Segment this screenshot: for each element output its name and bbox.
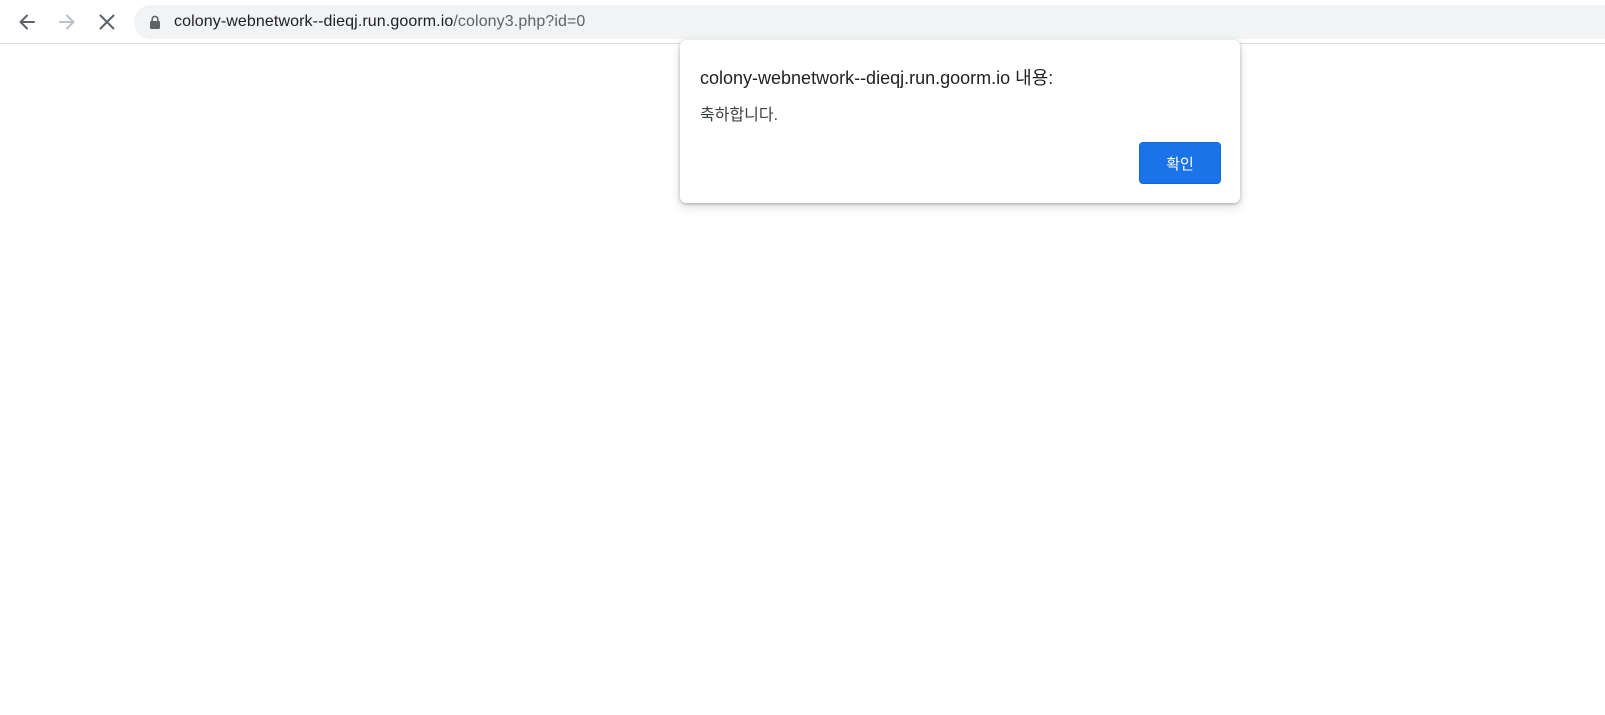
url-host: colony-webnetwork--dieqj.run.goorm.io [174,13,454,30]
arrow-right-icon [59,14,75,30]
dialog-message: 축하합니다. [700,107,779,124]
dialog-title: colony-webnetwork--dieqj.run.goorm.io 내용… [700,68,1054,88]
url-path: /colony3.php?id=0 [453,13,586,30]
stop-loading-button[interactable] [91,6,123,38]
alert-dialog: colony-webnetwork--dieqj.run.goorm.io 내용… [680,40,1240,203]
ok-button[interactable]: 확인 [1139,142,1221,184]
address-bar[interactable]: colony-webnetwork--dieqj.run.goorm.io/co… [134,5,1605,39]
forward-button[interactable] [51,6,83,38]
back-button[interactable] [11,6,43,38]
lock-icon[interactable] [148,14,162,30]
arrow-left-icon [19,14,35,30]
browser-toolbar: colony-webnetwork--dieqj.run.goorm.io/co… [0,0,1605,44]
close-icon [99,14,115,30]
url-text[interactable]: colony-webnetwork--dieqj.run.goorm.io/co… [174,13,585,31]
